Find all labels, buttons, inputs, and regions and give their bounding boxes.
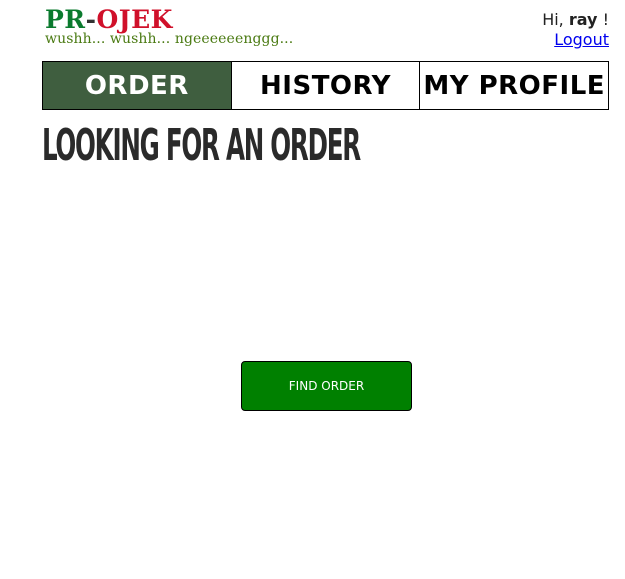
tab-order[interactable]: ORDER <box>43 62 232 109</box>
page-title: LOOKING FOR AN ORDER <box>42 120 361 171</box>
main-nav: ORDER HISTORY MY PROFILE <box>42 61 609 110</box>
greeting: Hi, ray ! <box>542 10 609 30</box>
tab-my-profile[interactable]: MY PROFILE <box>420 62 609 109</box>
brand: PR-OJEK wushh... wushh... ngeeeeeenggg..… <box>45 5 293 46</box>
logo-pr: PR <box>45 5 86 34</box>
logo-dash: - <box>85 5 97 34</box>
logout-link[interactable]: Logout <box>554 30 609 50</box>
greeting-text: Hi, <box>542 10 564 29</box>
tab-history[interactable]: HISTORY <box>231 62 421 109</box>
logo-ojek: OJEK <box>96 5 173 34</box>
tagline: wushh... wushh... ngeeeeeenggg... <box>45 31 294 47</box>
greeting-suffix: ! <box>602 10 609 29</box>
user-box: Hi, ray ! Logout <box>542 10 609 50</box>
find-order-button[interactable]: FIND ORDER <box>241 361 412 411</box>
username: ray <box>568 10 598 29</box>
